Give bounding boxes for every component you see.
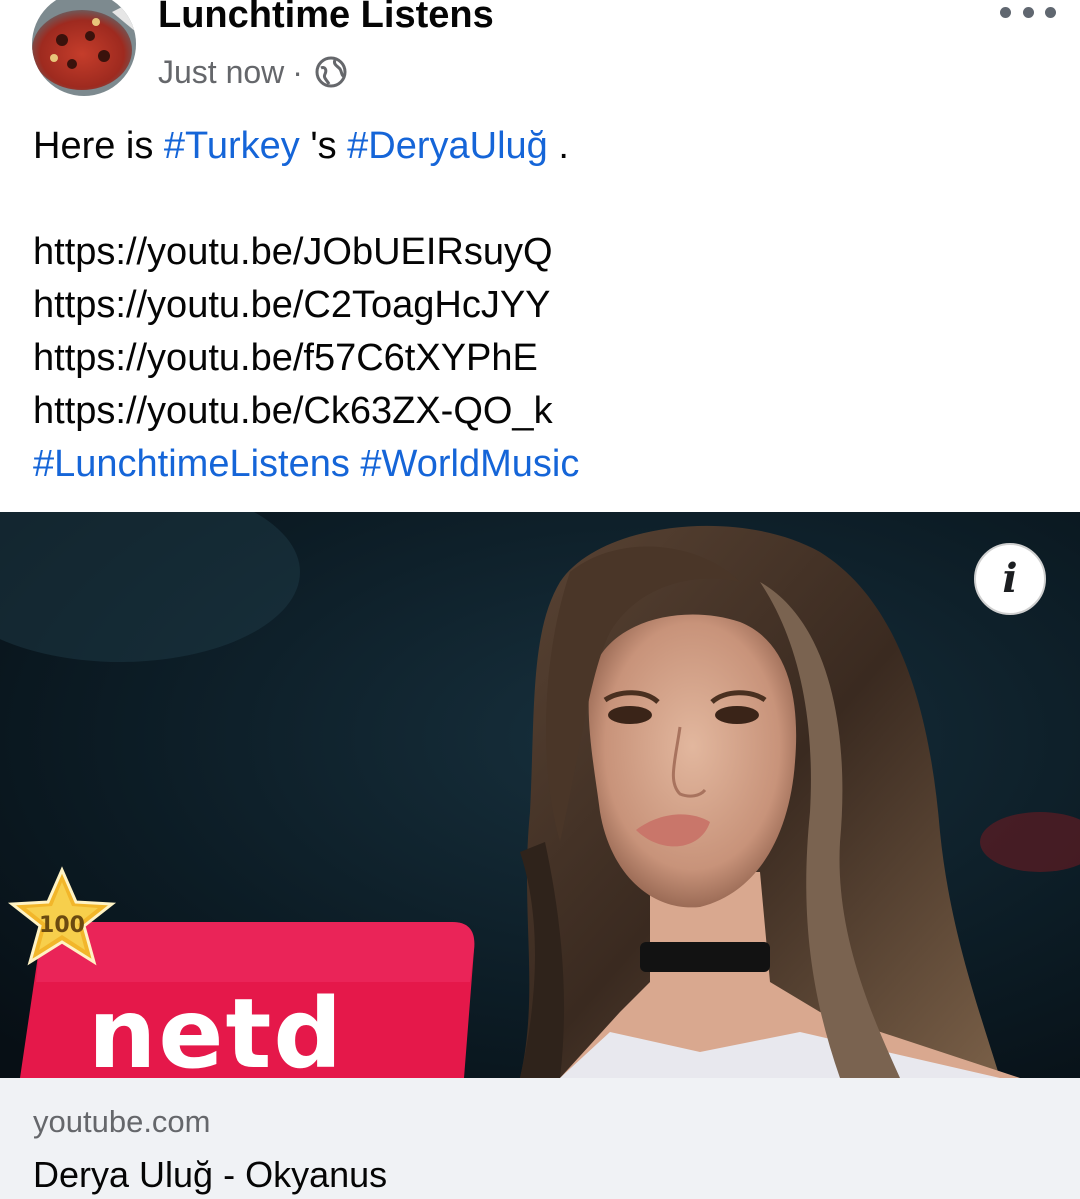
post-intro-line: Here is #Turkey 's #DeryaUluğ . [33,120,1053,173]
more-options-icon[interactable] [1000,0,1056,24]
netd-logo-text: netd [88,978,344,1078]
hashtag-derya[interactable]: #DeryaUluğ [347,125,548,167]
link-title[interactable]: Derya Uluğ - Okyanus [33,1154,387,1196]
badge-number: 100 [39,913,85,938]
timestamp[interactable]: Just now [158,54,284,91]
globe-icon [315,56,347,88]
youtube-link[interactable]: https://youtu.be/C2ToagHcJYY [33,279,1053,332]
text-fragment: Here is [33,125,164,167]
hashtag-line: #LunchtimeListens #WorldMusic [33,438,1053,491]
youtube-link[interactable]: https://youtu.be/JObUEIRsuyQ [33,226,1053,279]
post-header: Lunchtime Listens Just now · [0,0,1080,110]
meta-separator: · [292,53,303,90]
text-fragment: 's [299,125,348,167]
info-icon[interactable]: i [974,543,1046,615]
page-avatar[interactable] [32,0,136,96]
post-meta: Just now · [158,52,347,92]
text-fragment: . [547,125,569,167]
video-thumbnail[interactable]: 100 netd [0,512,1080,1078]
page-name[interactable]: Lunchtime Listens [158,0,494,37]
link-preview[interactable]: youtube.com Derya Uluğ - Okyanus [0,1078,1080,1199]
hashtag-lunchtime[interactable]: #LunchtimeListens [33,443,350,485]
post-body: Here is #Turkey 's #DeryaUluğ . https://… [33,120,1053,491]
youtube-link[interactable]: https://youtu.be/Ck63ZX-QO_k [33,385,1053,438]
hashtag-turkey[interactable]: #Turkey [164,125,300,167]
info-label: i [1002,555,1018,602]
youtube-link[interactable]: https://youtu.be/f57C6tXYPhE [33,332,1053,385]
hashtag-worldmusic[interactable]: #WorldMusic [360,443,579,485]
link-domain: youtube.com [33,1104,211,1139]
